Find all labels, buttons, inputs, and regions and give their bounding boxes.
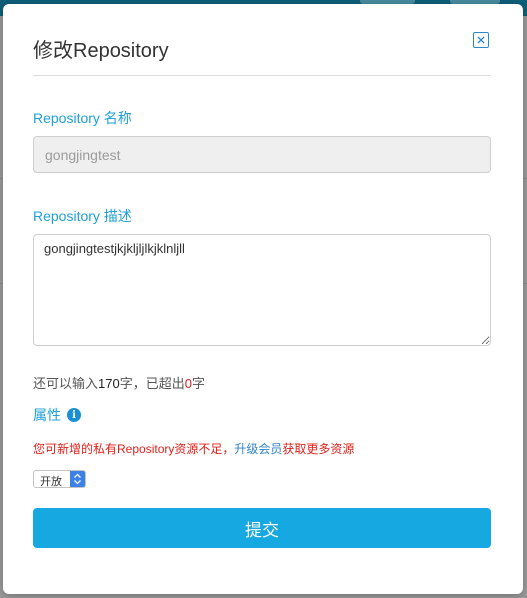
title-divider	[33, 75, 491, 76]
upgrade-link[interactable]: 升级会员	[234, 442, 282, 456]
attribute-label: 属性	[33, 407, 61, 423]
attribute-row: 属性 i	[33, 405, 81, 425]
edit-repository-modal: 修改Repository Repository 名称 Repository 描述…	[3, 4, 523, 594]
char-counter: 还可以输入170字，已超出0字	[33, 373, 205, 392]
counter-exceeded: 0	[184, 376, 192, 391]
info-icon[interactable]: i	[67, 408, 81, 422]
select-arrow-icon	[70, 471, 85, 487]
submit-button[interactable]: 提交	[33, 508, 491, 548]
repository-desc-textarea[interactable]: gongjingtestjkjkljljlkjklnljll	[33, 234, 491, 346]
counter-suffix: 字	[191, 376, 205, 391]
visibility-select-value: 开放	[40, 476, 62, 488]
quota-warning: 您可新增的私有Repository资源不足，升级会员获取更多资源	[33, 440, 354, 457]
counter-prefix: 还可以输入	[33, 376, 99, 391]
modal-title: 修改Repository	[33, 40, 169, 62]
repository-desc-label: Repository 描述	[33, 208, 132, 224]
close-icon	[477, 36, 485, 44]
warning-text: 您可新增的私有Repository资源不足，	[33, 442, 235, 456]
counter-middle: 字，已超出	[119, 376, 185, 391]
counter-remaining: 170	[98, 376, 120, 391]
repository-name-label: Repository 名称	[33, 110, 132, 126]
warning-tail: 获取更多资源	[282, 442, 355, 456]
visibility-select[interactable]: 开放	[33, 470, 86, 488]
close-button[interactable]	[473, 32, 489, 48]
repository-name-input[interactable]	[33, 136, 491, 173]
